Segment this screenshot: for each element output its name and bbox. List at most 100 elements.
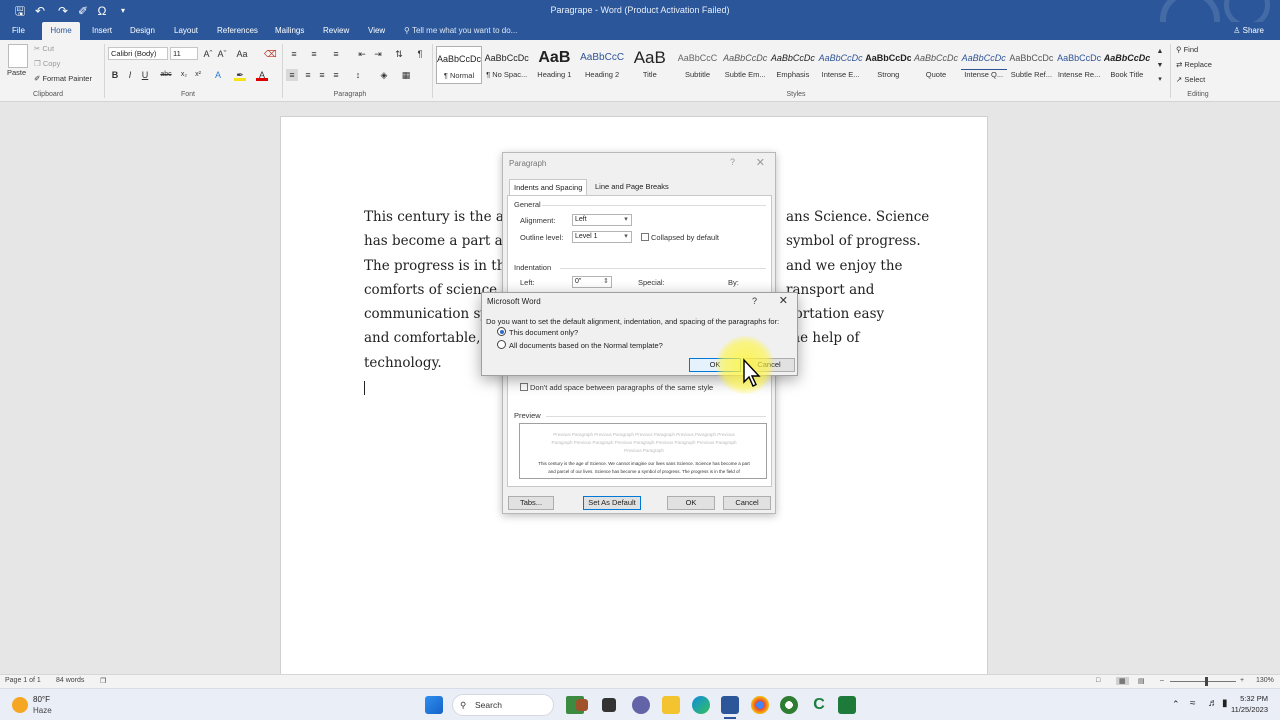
replace-button[interactable]: ⇄ Replace bbox=[1176, 60, 1212, 69]
paste-button[interactable]: Paste bbox=[7, 68, 26, 77]
shrink-font-icon[interactable]: Aˇ bbox=[216, 48, 228, 60]
document-line[interactable]: ans Science. Science bbox=[786, 205, 986, 229]
task-view-icon[interactable] bbox=[602, 698, 616, 712]
dont-add-space-checkbox[interactable] bbox=[520, 383, 528, 391]
this-document-radio[interactable] bbox=[497, 327, 506, 336]
weather-temp[interactable]: 80°F bbox=[33, 695, 50, 704]
proofing-icon[interactable]: ❐ bbox=[100, 677, 106, 685]
format-painter-button[interactable]: ✐ Format Painter bbox=[34, 74, 92, 83]
shading-icon[interactable]: ◈ bbox=[378, 69, 390, 81]
paragraph-cancel-button[interactable]: Cancel bbox=[723, 496, 771, 510]
document-line[interactable]: symbol of progress. bbox=[786, 229, 986, 253]
tabs-button[interactable]: Tabs... bbox=[508, 496, 554, 510]
select-button[interactable]: ↗ Select bbox=[1176, 75, 1205, 84]
tab-review[interactable]: Review bbox=[319, 22, 353, 40]
style-tile[interactable]: AaBbCcDc Quote bbox=[913, 46, 959, 84]
document-line[interactable]: and we enjoy the bbox=[786, 254, 986, 278]
weather-sun-icon[interactable] bbox=[12, 697, 28, 713]
tab-line-page-breaks[interactable]: Line and Page Breaks bbox=[591, 179, 673, 195]
superscript-icon[interactable]: x² bbox=[192, 69, 204, 81]
text-effects-icon[interactable]: A bbox=[212, 69, 224, 81]
style-tile[interactable]: AaBbCcDc ¶ Normal bbox=[436, 46, 482, 84]
collapsed-checkbox[interactable] bbox=[641, 233, 649, 241]
style-tile[interactable]: AaBbCcDc Subtle Ref... bbox=[1008, 46, 1054, 84]
clear-formatting-icon[interactable]: ⌫ bbox=[264, 48, 277, 60]
font-size-combo[interactable]: 11 bbox=[170, 47, 198, 60]
zoom-in-icon[interactable]: + bbox=[1240, 677, 1244, 684]
taskbar-search[interactable]: ⚲ Search bbox=[452, 694, 554, 716]
tab-view[interactable]: View bbox=[364, 22, 389, 40]
borders-icon[interactable]: ▦ bbox=[400, 69, 412, 81]
windows-start-icon[interactable] bbox=[425, 696, 443, 714]
justify-icon[interactable]: ≡ bbox=[330, 69, 342, 81]
strikethrough-icon[interactable]: abc bbox=[160, 69, 172, 81]
style-tile[interactable]: AaBbCcDc Strong bbox=[865, 46, 911, 84]
style-tile[interactable]: AaBbCcDc Intense E... bbox=[818, 46, 864, 84]
tab-indents-spacing[interactable]: Indents and Spacing bbox=[509, 179, 588, 195]
decrease-indent-icon[interactable]: ⇤ bbox=[356, 48, 368, 60]
multilevel-list-icon[interactable]: ≡ bbox=[330, 48, 342, 60]
numbering-icon[interactable]: ≡ bbox=[308, 48, 320, 60]
align-right-icon[interactable]: ≡ bbox=[316, 69, 328, 81]
set-as-default-button[interactable]: Set As Default bbox=[583, 496, 641, 510]
file-explorer-icon[interactable] bbox=[662, 696, 680, 714]
styles-more-icon[interactable]: ▾ bbox=[1154, 74, 1166, 86]
weather-desc[interactable]: Haze bbox=[33, 706, 52, 715]
camtasia-recorder-icon[interactable] bbox=[838, 696, 856, 714]
highlight-icon[interactable]: ✒ bbox=[234, 69, 246, 81]
grow-font-icon[interactable]: Aˆ bbox=[202, 48, 214, 60]
copy-button[interactable]: ❐ Copy bbox=[34, 59, 60, 68]
camtasia-icon[interactable]: C bbox=[810, 696, 828, 714]
tab-design[interactable]: Design bbox=[126, 22, 159, 40]
page-count[interactable]: Page 1 of 1 bbox=[5, 677, 41, 684]
chevron-up-icon[interactable]: ⌃ bbox=[1172, 699, 1180, 710]
edge-icon[interactable] bbox=[692, 696, 710, 714]
italic-icon[interactable]: I bbox=[124, 69, 136, 81]
line-spacing-icon[interactable]: ↕ bbox=[352, 69, 364, 81]
tab-file[interactable]: File bbox=[8, 22, 29, 40]
zoom-slider-thumb[interactable] bbox=[1205, 677, 1208, 686]
print-layout-icon[interactable]: ▦ bbox=[1116, 677, 1129, 685]
tab-insert[interactable]: Insert bbox=[88, 22, 116, 40]
bullets-icon[interactable]: ≡ bbox=[288, 48, 300, 60]
change-case-icon[interactable]: Aa bbox=[236, 48, 248, 60]
document-line[interactable]: portation easy bbox=[786, 302, 986, 326]
tab-references[interactable]: References bbox=[213, 22, 262, 40]
word-taskbar-icon[interactable] bbox=[721, 696, 739, 714]
font-color-icon[interactable]: A bbox=[256, 69, 268, 81]
zoom-slider[interactable] bbox=[1170, 681, 1236, 682]
clock-date[interactable]: 11/25/2023 bbox=[1222, 705, 1268, 714]
cut-button[interactable]: ✂ Cut bbox=[34, 44, 54, 53]
style-tile[interactable]: AaBbCcDc Intense Q... bbox=[960, 46, 1007, 84]
subscript-icon[interactable]: x₂ bbox=[178, 69, 190, 81]
document-line[interactable] bbox=[786, 351, 986, 375]
close-icon[interactable]: ✕ bbox=[779, 294, 788, 307]
left-indent-spinner[interactable]: 0" ⇕ bbox=[572, 276, 612, 288]
outline-level-select[interactable]: Level 1 ▾ bbox=[572, 231, 632, 243]
share-button[interactable]: ♙ Share bbox=[1229, 24, 1268, 38]
alignment-select[interactable]: Left ▾ bbox=[572, 214, 632, 226]
tab-home[interactable]: Home bbox=[42, 22, 80, 40]
find-button[interactable]: ⚲ Find bbox=[1176, 45, 1198, 54]
word-count[interactable]: 84 words bbox=[56, 677, 84, 684]
style-tile[interactable]: AaBbCcC Subtitle bbox=[675, 46, 721, 84]
bold-icon[interactable]: B bbox=[109, 69, 121, 81]
help-icon[interactable]: ? bbox=[730, 157, 735, 167]
style-tile[interactable]: AaBbCcDc ¶ No Spac... bbox=[484, 46, 530, 84]
help-icon[interactable]: ? bbox=[752, 296, 757, 306]
align-left-icon[interactable]: ≡ bbox=[286, 69, 298, 81]
chrome-icon[interactable] bbox=[751, 696, 769, 714]
chrome-profile-icon[interactable] bbox=[780, 696, 798, 714]
document-line[interactable]: the help of bbox=[786, 326, 986, 350]
style-tile[interactable]: AaBbCcDc Subtle Em... bbox=[722, 46, 768, 84]
show-marks-icon[interactable]: ¶ bbox=[414, 48, 426, 60]
style-tile[interactable]: AaB Heading 1 bbox=[531, 46, 577, 84]
document-line[interactable]: ransport and bbox=[786, 278, 986, 302]
sort-icon[interactable]: ⇅ bbox=[393, 48, 405, 60]
style-tile[interactable]: AaB Title bbox=[627, 46, 673, 84]
box-app-icon[interactable] bbox=[576, 699, 588, 711]
style-tile[interactable]: AaBbCcDc Emphasis bbox=[770, 46, 816, 84]
zoom-out-icon[interactable]: – bbox=[1160, 677, 1164, 684]
tell-me-box[interactable]: ⚲ Tell me what you want to do... bbox=[404, 22, 517, 40]
increase-indent-icon[interactable]: ⇥ bbox=[372, 48, 384, 60]
